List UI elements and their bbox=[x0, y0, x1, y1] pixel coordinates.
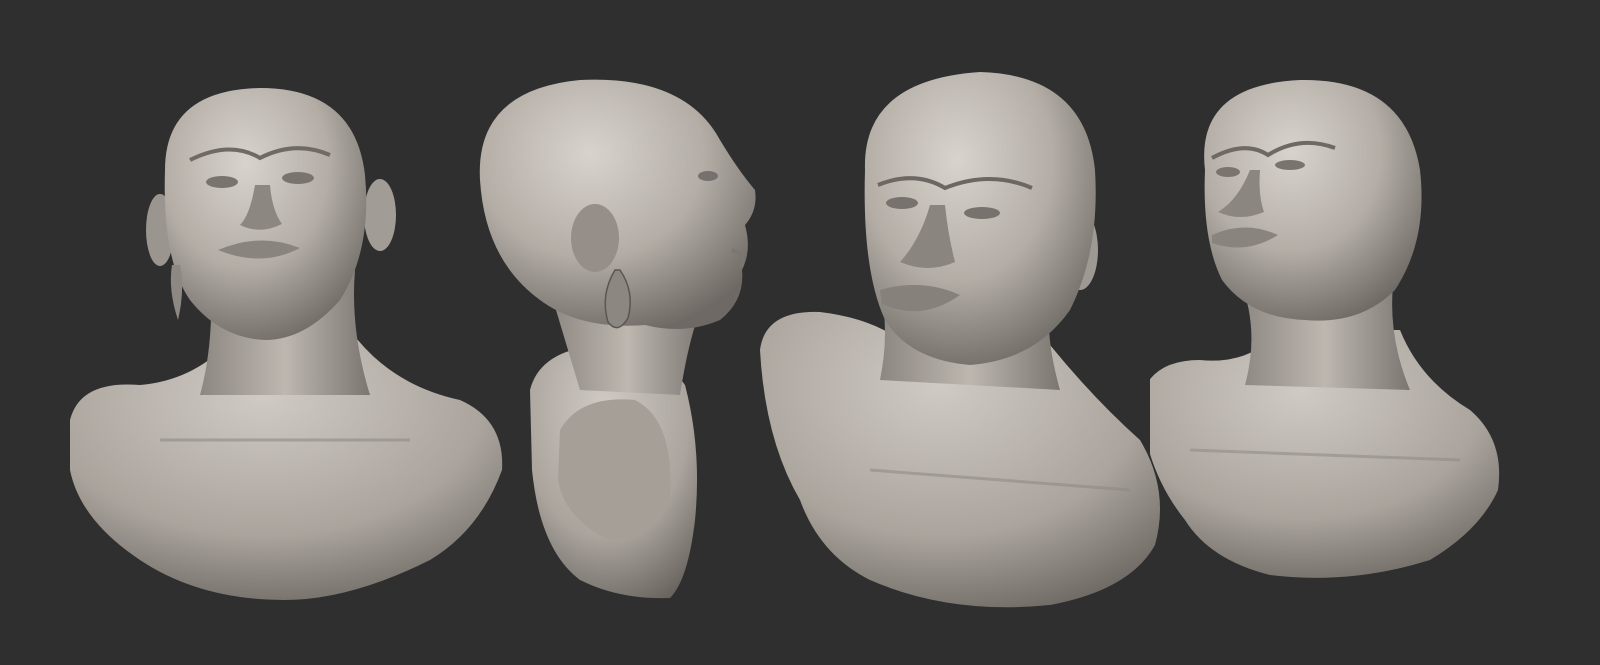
sculpt-bust-profile bbox=[470, 0, 790, 665]
sculpt-bust-front bbox=[50, 0, 520, 665]
sculpt-bust-three-quarter bbox=[750, 0, 1190, 665]
bust-1-eye-left bbox=[206, 176, 238, 188]
bust-1-ear-right bbox=[364, 179, 396, 251]
bust-3-eye-left bbox=[886, 197, 918, 209]
sculpt-bust-looking-up bbox=[1150, 0, 1550, 665]
render-canvas bbox=[0, 0, 1600, 665]
bust-4-eye-left bbox=[1216, 167, 1240, 177]
bust-1-earring bbox=[170, 265, 183, 320]
bust-3-eye-right bbox=[964, 207, 1000, 219]
bust-2-ear bbox=[571, 204, 619, 272]
bust-4-eye-right bbox=[1275, 160, 1305, 170]
bust-2-eye bbox=[698, 171, 718, 181]
bust-1-eye-right bbox=[282, 172, 314, 184]
